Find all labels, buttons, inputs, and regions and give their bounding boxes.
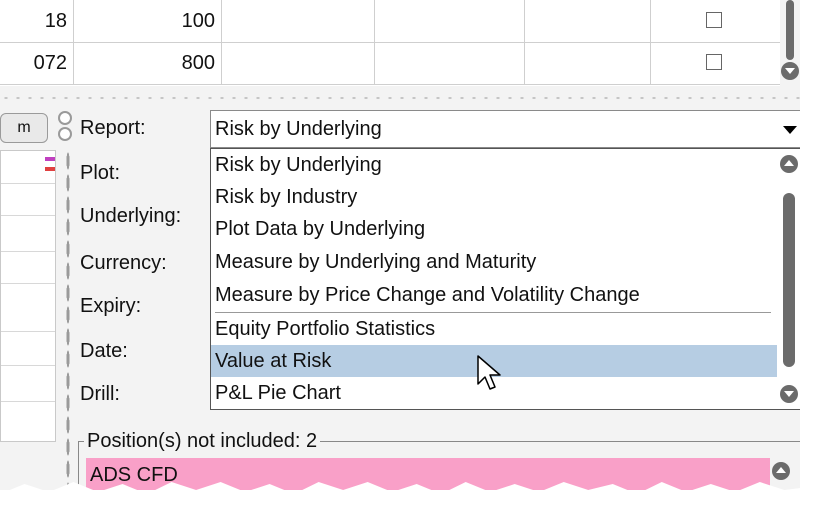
report-select[interactable]: Risk by Underlying	[210, 110, 800, 148]
table-cell: 18	[0, 0, 74, 42]
table-row[interactable]: 072 800	[0, 42, 780, 85]
torn-edge	[800, 0, 817, 510]
stub-list	[0, 150, 56, 442]
splitter-handle-vertical[interactable]	[66, 150, 70, 490]
date-label: Date:	[80, 340, 128, 362]
list-item-label: ADS CFD	[90, 464, 178, 486]
divider	[1, 251, 55, 252]
divider	[1, 401, 55, 402]
row-checkbox[interactable]	[706, 12, 722, 28]
grip-icon[interactable]	[58, 111, 72, 125]
splitter-handle[interactable]	[0, 96, 800, 100]
window: 18 100 072 800 m Report: Plot: Underlyin…	[0, 0, 800, 490]
dropdown-option-measure-by-underlying-and-maturity[interactable]: Measure by Underlying and Maturity	[215, 246, 771, 278]
grip-icon[interactable]	[58, 127, 72, 141]
scroll-up-icon[interactable]	[772, 462, 790, 480]
underlying-label: Underlying:	[80, 205, 182, 227]
plot-label: Plot:	[80, 162, 121, 184]
dropdown-scrollbar[interactable]	[777, 149, 800, 409]
table-cell	[222, 42, 375, 84]
dropdown-option-measure-by-price-change-and-volatility-change[interactable]: Measure by Price Change and Volatility C…	[215, 279, 771, 311]
stub-button[interactable]: m	[0, 113, 48, 143]
table-cell	[650, 42, 778, 84]
divider	[1, 365, 55, 366]
table-cell: 800	[74, 42, 222, 84]
table-cell	[650, 0, 778, 42]
dropdown-option-risk-by-industry[interactable]: Risk by Industry	[215, 181, 771, 213]
positions-table: 18 100 072 800	[0, 0, 780, 86]
scroll-up-icon[interactable]	[780, 155, 798, 173]
dropdown-option-plot-data-by-underlying[interactable]: Plot Data by Underlying	[215, 213, 771, 245]
table-cell	[222, 0, 375, 42]
expiry-label: Expiry:	[80, 295, 142, 317]
divider	[1, 283, 55, 284]
table-cell	[374, 42, 525, 84]
legend-swatch	[45, 167, 55, 171]
scrollbar-thumb[interactable]	[786, 0, 794, 60]
chevron-down-icon[interactable]	[783, 126, 797, 134]
currency-label: Currency:	[80, 252, 167, 274]
table-scrollbar[interactable]	[780, 0, 800, 86]
dropdown-option-risk-by-underlying[interactable]: Risk by Underlying	[215, 149, 771, 181]
report-select-value: Risk by Underlying	[215, 118, 382, 140]
table-row[interactable]: 18 100	[0, 0, 780, 43]
scroll-down-icon[interactable]	[781, 62, 799, 80]
scroll-down-icon[interactable]	[780, 385, 798, 403]
row-checkbox[interactable]	[706, 54, 722, 70]
drill-label: Drill:	[80, 383, 120, 405]
legend-swatch	[45, 157, 55, 161]
dropdown-option-equity-portfolio-statistics[interactable]: Equity Portfolio Statistics	[215, 313, 771, 345]
table-cell: 100	[74, 0, 222, 42]
table-cell	[374, 0, 525, 42]
divider	[1, 183, 55, 184]
scrollbar-thumb[interactable]	[783, 193, 795, 367]
mouse-cursor-icon	[477, 355, 501, 390]
report-label: Report:	[80, 117, 146, 139]
table-cell	[524, 0, 651, 42]
table-cell: 072	[0, 42, 74, 84]
group-title: Position(s) not included: 2	[84, 430, 321, 453]
table-cell	[524, 42, 651, 84]
divider	[1, 331, 55, 332]
divider	[1, 215, 55, 216]
